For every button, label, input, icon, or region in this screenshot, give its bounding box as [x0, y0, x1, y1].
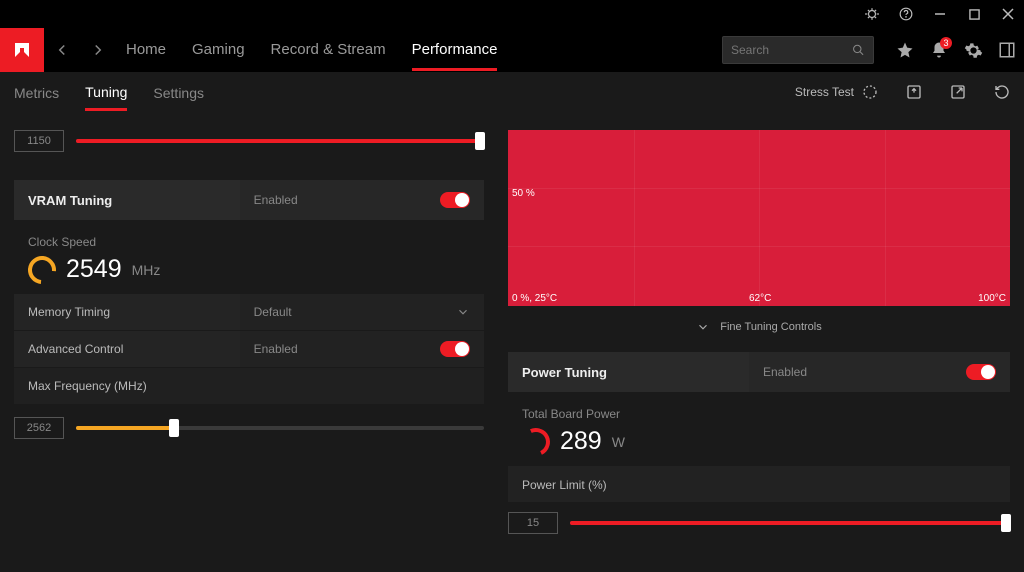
- power-limit-value[interactable]: 15: [508, 512, 558, 534]
- power-limit-label: Power Limit (%): [508, 466, 1010, 502]
- advanced-control-status: Enabled: [254, 342, 298, 356]
- max-freq-slider[interactable]: 2562: [14, 417, 484, 439]
- gauge-icon: [862, 84, 878, 100]
- tbp-value: 289: [560, 427, 602, 456]
- tab-gaming[interactable]: Gaming: [192, 29, 245, 71]
- chevron-down-icon: [696, 320, 710, 334]
- advanced-control-label: Advanced Control: [14, 342, 240, 356]
- maximize-icon[interactable]: [966, 6, 982, 22]
- save-profile-icon[interactable]: [906, 84, 922, 100]
- notif-badge: 3: [940, 37, 952, 49]
- minimize-icon[interactable]: [932, 6, 948, 22]
- fan-curve-chart[interactable]: 50 % 0 %, 25°C 62°C 100°C: [508, 130, 1010, 306]
- tab-performance[interactable]: Performance: [412, 29, 498, 71]
- chart-x-label-0: 0 %, 25°C: [512, 293, 557, 304]
- clock-speed-value: 2549: [66, 255, 122, 284]
- clock-speed-metric: Clock Speed 2549 MHz: [14, 221, 484, 294]
- right-column: 50 % 0 %, 25°C 62°C 100°C Fine Tuning Co…: [508, 130, 1010, 572]
- memory-timing-value: Default: [254, 305, 292, 319]
- power-tuning-title: Power Tuning: [508, 365, 749, 380]
- main-nav: Home Gaming Record & Stream Performance: [126, 29, 497, 71]
- dock-icon[interactable]: [990, 33, 1024, 67]
- search-icon: [852, 43, 865, 57]
- sub-nav: Metrics Tuning Settings Stress Test: [0, 72, 1024, 112]
- back-button[interactable]: [44, 41, 80, 59]
- max-freq-row: Max Frequency (MHz): [14, 368, 484, 404]
- amd-logo[interactable]: [0, 28, 44, 72]
- vram-tuning-toggle[interactable]: [440, 192, 470, 208]
- subtab-metrics[interactable]: Metrics: [14, 75, 59, 109]
- gauge-icon: [22, 250, 61, 289]
- top-slider-value[interactable]: 1150: [14, 130, 64, 152]
- clock-speed-label: Clock Speed: [28, 235, 470, 249]
- search-box[interactable]: [722, 36, 874, 64]
- favorite-icon[interactable]: [888, 33, 922, 67]
- debug-icon[interactable]: [864, 6, 880, 22]
- stress-test-label: Stress Test: [795, 85, 854, 99]
- vram-tuning-header: VRAM Tuning Enabled: [14, 180, 484, 220]
- chart-y-label: 50 %: [512, 188, 535, 199]
- content: 1150 VRAM Tuning Enabled Clock Speed 254…: [0, 112, 1024, 572]
- export-icon[interactable]: [950, 84, 966, 100]
- search-input[interactable]: [731, 43, 852, 57]
- max-freq-value[interactable]: 2562: [14, 417, 64, 439]
- tbp-label: Total Board Power: [522, 407, 996, 421]
- window-titlebar: [0, 0, 1024, 28]
- memory-timing-row[interactable]: Memory Timing Default: [14, 294, 484, 330]
- tab-record-stream[interactable]: Record & Stream: [271, 29, 386, 71]
- power-tuning-toggle[interactable]: [966, 364, 996, 380]
- settings-icon[interactable]: [956, 33, 990, 67]
- tbp-unit: W: [612, 434, 625, 450]
- vram-tuning-status: Enabled: [254, 193, 298, 207]
- close-icon[interactable]: [1000, 6, 1016, 22]
- left-column: 1150 VRAM Tuning Enabled Clock Speed 254…: [14, 130, 484, 572]
- fine-tuning-label: Fine Tuning Controls: [720, 321, 822, 333]
- stress-test-button[interactable]: Stress Test: [795, 84, 878, 100]
- subtab-settings[interactable]: Settings: [153, 75, 204, 109]
- top-slider[interactable]: 1150: [14, 130, 484, 152]
- subtab-tuning[interactable]: Tuning: [85, 74, 127, 111]
- chart-x-label-1: 62°C: [749, 293, 771, 304]
- power-limit-slider[interactable]: 15: [508, 512, 1010, 534]
- forward-button[interactable]: [80, 41, 116, 59]
- power-tuning-header: Power Tuning Enabled: [508, 352, 1010, 392]
- notifications-icon[interactable]: 3: [922, 33, 956, 67]
- topbar: Home Gaming Record & Stream Performance …: [0, 28, 1024, 72]
- help-icon[interactable]: [898, 6, 914, 22]
- advanced-control-toggle[interactable]: [440, 341, 470, 357]
- reset-icon[interactable]: [994, 84, 1010, 100]
- power-tuning-status: Enabled: [763, 365, 807, 379]
- vram-tuning-title: VRAM Tuning: [14, 193, 240, 208]
- tbp-metric: Total Board Power 289 W: [508, 393, 1010, 466]
- max-freq-label: Max Frequency (MHz): [14, 379, 240, 393]
- advanced-control-row: Advanced Control Enabled: [14, 331, 484, 367]
- memory-timing-label: Memory Timing: [14, 305, 240, 319]
- chevron-down-icon: [456, 305, 470, 319]
- gauge-icon: [518, 424, 554, 460]
- chart-x-label-2: 100°C: [978, 293, 1006, 304]
- tab-home[interactable]: Home: [126, 29, 166, 71]
- clock-speed-unit: MHz: [132, 262, 161, 278]
- fine-tuning-controls[interactable]: Fine Tuning Controls: [508, 312, 1010, 352]
